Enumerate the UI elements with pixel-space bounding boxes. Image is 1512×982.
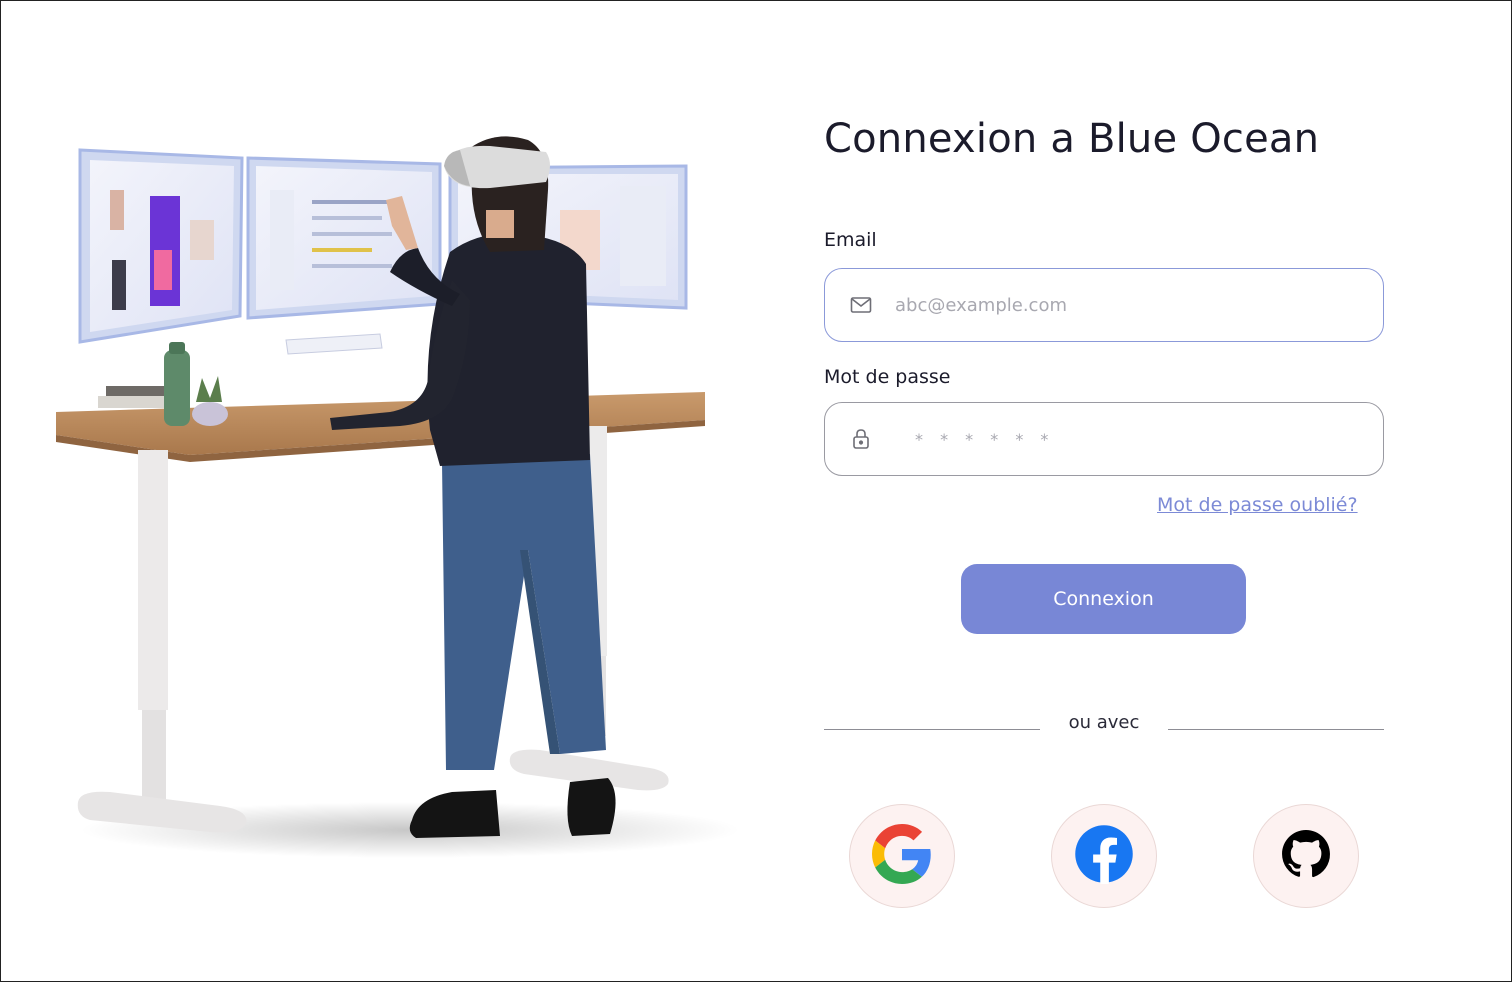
divider-text: ou avec bbox=[1068, 712, 1140, 733]
lock-icon bbox=[849, 427, 873, 451]
forgot-password-link[interactable]: Mot de passe oublié? bbox=[1157, 494, 1358, 516]
mail-icon bbox=[849, 293, 873, 317]
floating-screen-left bbox=[78, 148, 244, 344]
vr-workspace-illustration bbox=[50, 130, 750, 860]
password-input[interactable] bbox=[915, 403, 1385, 475]
github-icon bbox=[1281, 829, 1331, 883]
email-label: Email bbox=[824, 229, 877, 251]
password-label: Mot de passe bbox=[824, 366, 951, 388]
google-login-button[interactable] bbox=[849, 804, 955, 908]
google-icon bbox=[872, 824, 932, 888]
email-field[interactable] bbox=[824, 268, 1384, 342]
facebook-icon bbox=[1074, 824, 1134, 888]
email-input[interactable] bbox=[895, 269, 1365, 341]
password-field[interactable] bbox=[824, 402, 1385, 476]
divider-line-left bbox=[824, 729, 1040, 730]
divider-line-right bbox=[1168, 729, 1384, 730]
facebook-login-button[interactable] bbox=[1051, 804, 1157, 908]
github-login-button[interactable] bbox=[1253, 804, 1359, 908]
login-button[interactable]: Connexion bbox=[961, 564, 1246, 634]
page-title: Connexion a Blue Ocean bbox=[824, 116, 1320, 162]
